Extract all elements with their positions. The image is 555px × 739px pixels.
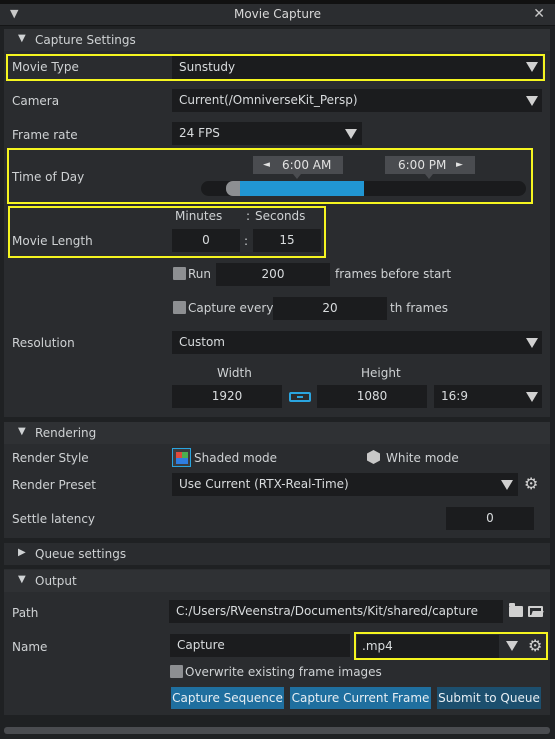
camera-dropdown-arrow-icon[interactable] — [526, 96, 538, 106]
overwrite-checkbox[interactable] — [170, 665, 183, 678]
close-icon[interactable]: ✕ — [533, 6, 545, 22]
settle-latency-label: Settle latency — [12, 512, 96, 526]
render-preset-label: Render Preset — [12, 478, 96, 492]
resolution-label: Resolution — [12, 336, 75, 350]
title-bar: ▼ Movie Capture ✕ — [0, 4, 555, 26]
run-suffix-label: frames before start — [335, 267, 452, 281]
slider-pointer-start — [293, 174, 301, 179]
decrement-arrow-icon[interactable]: ◄ — [263, 156, 270, 174]
resolution-dropdown[interactable]: Custom — [172, 331, 542, 354]
seconds-label: Seconds — [255, 209, 306, 223]
name-input[interactable]: Capture — [170, 634, 350, 657]
overwrite-label: Overwrite existing frame images — [185, 665, 382, 679]
shaded-mode-label: Shaded mode — [194, 451, 278, 465]
render-preset-dropdown-arrow-icon[interactable] — [501, 480, 513, 490]
capture-every-input[interactable]: 20 — [273, 297, 387, 320]
camera-dropdown[interactable]: Current(/OmniverseKit_Persp) — [172, 89, 542, 112]
rendering-title: Rendering — [35, 426, 97, 440]
expanded-arrow-icon: ▼ — [18, 574, 26, 585]
capture-settings-header[interactable]: ▼ Capture Settings — [4, 29, 550, 51]
time-of-day-range-fill — [233, 181, 364, 196]
run-checkbox[interactable] — [173, 267, 186, 280]
horizontal-scrollbar[interactable] — [4, 727, 550, 734]
camera-label: Camera — [12, 94, 60, 108]
settle-latency-input[interactable]: 0 — [446, 507, 534, 530]
output-header[interactable]: ▼ Output — [4, 570, 550, 592]
render-preset-dropdown[interactable]: Use Current (RTX-Real-Time) — [172, 473, 518, 496]
minutes-seconds-colon: : — [246, 209, 251, 223]
collapsed-arrow-icon: ▶ — [18, 547, 26, 558]
capture-every-label: Capture every — [188, 301, 274, 315]
end-time-value: 6:00 PM — [398, 158, 447, 172]
movie-type-label: Movie Type — [12, 60, 79, 74]
expanded-arrow-icon: ▼ — [18, 426, 26, 437]
link-aspect-icon[interactable] — [289, 392, 311, 402]
time-of-day-slider-handle[interactable] — [225, 181, 240, 196]
frame-rate-dropdown[interactable]: 24 FPS — [172, 122, 362, 145]
length-colon: : — [244, 234, 249, 248]
frame-rate-label: Frame rate — [12, 128, 78, 142]
aspect-ratio-dropdown-arrow-icon[interactable] — [526, 392, 538, 402]
end-time-spinner[interactable]: 6:00 PM ► — [385, 156, 475, 174]
white-mode-label: White mode — [386, 451, 459, 465]
width-input[interactable]: 1920 — [172, 385, 282, 408]
movie-type-dropdown-arrow-icon[interactable] — [526, 62, 538, 72]
start-time-value: 6:00 AM — [282, 158, 332, 172]
folder-icon[interactable] — [509, 603, 523, 617]
open-folder-icon[interactable] — [528, 606, 544, 617]
increment-arrow-icon[interactable]: ► — [456, 156, 463, 174]
seconds-input[interactable]: 15 — [253, 229, 321, 252]
width-label: Width — [217, 366, 252, 380]
capture-settings-title: Capture Settings — [35, 33, 136, 47]
resolution-dropdown-arrow-icon[interactable] — [526, 338, 538, 348]
render-style-label: Render Style — [12, 451, 89, 465]
minutes-label: Minutes — [175, 209, 223, 223]
capture-every-checkbox[interactable] — [173, 301, 186, 314]
capture-sequence-button[interactable]: Capture Sequence — [171, 687, 284, 709]
output-settings-gear-icon[interactable]: ⚙ — [528, 636, 542, 655]
capture-every-suffix-label: th frames — [390, 301, 448, 315]
frame-rate-dropdown-arrow-icon[interactable] — [345, 129, 357, 139]
extension-dropdown[interactable]: .mp4 — [357, 635, 499, 658]
height-label: Height — [361, 366, 401, 380]
movie-length-label: Movie Length — [12, 234, 93, 248]
rendering-header[interactable]: ▼ Rendering — [4, 422, 550, 444]
queue-settings-title: Queue settings — [35, 547, 127, 561]
path-label: Path — [12, 606, 39, 620]
path-input[interactable]: C:/Users/RVeenstra/Documents/Kit/shared/… — [169, 600, 503, 623]
run-label: Run — [188, 267, 212, 281]
shaded-mode-cube-icon[interactable] — [172, 448, 191, 467]
slider-pointer-end — [425, 174, 433, 179]
output-title: Output — [35, 574, 77, 588]
minutes-input[interactable]: 0 — [172, 229, 240, 252]
time-of-day-label: Time of Day — [12, 170, 85, 184]
run-frames-input[interactable]: 200 — [216, 263, 330, 286]
submit-to-queue-button[interactable]: Submit to Queue — [437, 687, 541, 709]
name-label: Name — [12, 640, 48, 654]
start-time-spinner[interactable]: ◄ 6:00 AM — [253, 156, 343, 174]
window-title: Movie Capture — [233, 7, 322, 21]
render-preset-settings-gear-icon[interactable]: ⚙ — [524, 474, 538, 493]
expanded-arrow-icon: ▼ — [18, 33, 26, 44]
extension-dropdown-arrow-icon[interactable] — [506, 641, 518, 651]
movie-type-dropdown[interactable]: Sunstudy — [172, 56, 542, 79]
capture-current-frame-button[interactable]: Capture Current Frame — [290, 687, 431, 709]
queue-settings-header[interactable]: ▶ Queue settings — [4, 543, 550, 565]
height-input[interactable]: 1080 — [317, 385, 427, 408]
